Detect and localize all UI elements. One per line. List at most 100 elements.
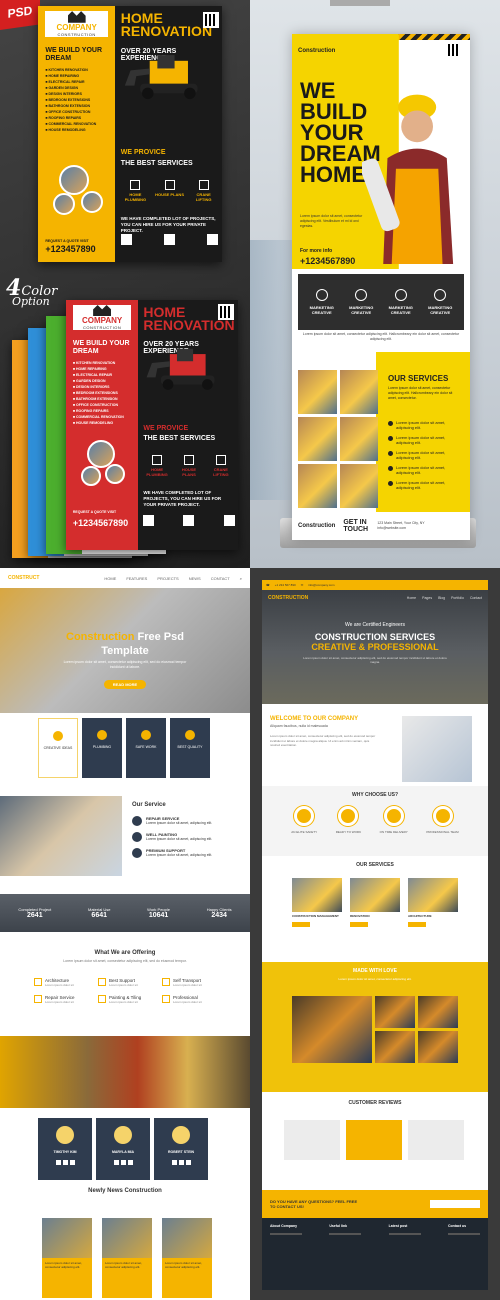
why-item: ON TIME DELIVERY: [380, 806, 408, 834]
hero-read-more-button[interactable]: READ MORE: [104, 680, 146, 689]
provide-line2: THE BEST SERVICES: [143, 435, 216, 442]
linkedin-icon[interactable]: [69, 1160, 75, 1165]
feature-card[interactable]: BEST QUALITY: [170, 718, 210, 778]
qr-code-icon: [203, 12, 219, 28]
qr-code-icon: [446, 42, 462, 58]
nav-item[interactable]: CONTACT: [211, 576, 230, 581]
flyer-yellow-column: [38, 6, 116, 262]
hero-section: CONSTRUCTION Home Pages Blog Portfolio C…: [262, 590, 488, 704]
photo-thumb: [298, 464, 337, 508]
portfolio-image[interactable]: [292, 996, 372, 1063]
offering-grid: Architecture Lorem ipsum dolor sit Best S…: [34, 978, 224, 1004]
facebook-icon[interactable]: [113, 1160, 119, 1165]
collage-root: PSD COMPANY CONSTRUCTION HOME RENOVATION…: [0, 0, 500, 1300]
news-card[interactable]: Lorem ipsum dolor sit amet, consectetur …: [42, 1218, 92, 1298]
service-read-more-button[interactable]: [292, 922, 310, 927]
team-section: TIMOTHY KIM MARYLA MIA ROBERT STEIN: [38, 1118, 208, 1180]
news-image: [102, 1218, 152, 1258]
news-title: Newly News Construction: [88, 1188, 162, 1194]
our-service-title: Our Service: [132, 802, 166, 808]
feature-card[interactable]: PLUMBING: [82, 718, 122, 778]
flyer-phone: +123457890: [45, 244, 96, 255]
facebook-icon[interactable]: [55, 1160, 61, 1165]
why-item: AN ELITE SAFETY: [291, 806, 317, 834]
portfolio-text: Lorem ipsum dolor sit amet, consectetur …: [338, 977, 412, 981]
nav-item[interactable]: HOME: [104, 576, 116, 581]
nav-item[interactable]: FEATURES: [126, 576, 147, 581]
company-logo: COMPANY CONSTRUCTION: [72, 305, 132, 330]
flyer-services: HOME PLUMBING HOUSE PLANS CRANE LIFTING: [143, 455, 234, 477]
service-image: [408, 878, 458, 912]
flyer-main: COMPANY CONSTRUCTION HOME RENOVATION OVE…: [38, 6, 222, 262]
site-logo[interactable]: CONSTRUCTION: [268, 595, 308, 601]
feature-card[interactable]: CREATIVE IDEAS: [38, 718, 78, 778]
banner-paragraph: Lorem ipsum dolor sit amet, consectetur …: [302, 332, 460, 341]
team-card: ROBERT STEIN: [154, 1118, 208, 1180]
services-row: CONSTRUCTION MANAGEMENT RENOVATION ARCHI…: [292, 878, 458, 927]
welcome-subtitle: Aliquam faucibus, nulla id malesuada: [270, 724, 328, 728]
news-card[interactable]: Lorem ipsum dolor sit amet, consectetur …: [102, 1218, 152, 1298]
footer-col: Contact us: [447, 1224, 480, 1284]
color-option-label: 4Color Option: [6, 275, 58, 308]
nav-item[interactable]: Home: [407, 596, 416, 600]
completed-text: WE HAVE COMPLETED LOT OF PROJECTS, YOU C…: [120, 215, 216, 233]
nav-item[interactable]: NEWS: [189, 576, 201, 581]
portfolio-image[interactable]: [375, 996, 415, 1028]
completed-text: WE HAVE COMPLETED LOT OF PROJECTS, YOU C…: [143, 490, 222, 507]
chart-icon: [394, 289, 407, 301]
offering-section: What We are Offering Lorem ipsum dolor s…: [0, 950, 250, 964]
stat-item: Material Use 6641: [87, 907, 111, 919]
rocket-icon: [434, 289, 447, 301]
site-logo[interactable]: CONSTRUCT: [8, 575, 39, 581]
nav-item[interactable]: Contact: [470, 596, 482, 600]
twitter-icon[interactable]: [62, 1160, 68, 1165]
nav-item[interactable]: Portfolio: [451, 596, 464, 600]
twitter-icon[interactable]: [178, 1160, 184, 1165]
psd-badge: PSD: [0, 0, 40, 31]
footer-brand: Construction: [298, 523, 336, 529]
reviews-title: CUSTOMER REVIEWS: [348, 1100, 402, 1106]
service-item: WELL PAINTING Lorem ipsum dolor sit amet,…: [132, 832, 242, 842]
portfolio-image[interactable]: [418, 1031, 458, 1063]
cta-email-input[interactable]: [430, 1200, 480, 1208]
twitter-icon[interactable]: [120, 1160, 126, 1165]
avatar: [114, 1126, 132, 1144]
search-icon[interactable]: ⌕: [240, 576, 242, 581]
nav-item[interactable]: PROJECTS: [157, 576, 178, 581]
offer-item: Painting & Tiling Lorem ipsum dolor sit: [98, 995, 160, 1004]
why-item: PROFESSIONAL TEAM: [426, 806, 459, 834]
offer-item: Best Support Lorem ipsum dolor sit: [98, 978, 160, 987]
delivery-icon: [383, 806, 404, 826]
stat-item: Completed Project 2641: [18, 907, 52, 919]
portfolio-image[interactable]: [418, 996, 458, 1028]
phone-icon: [120, 233, 132, 245]
photo-circle: [53, 192, 76, 215]
linkedin-icon[interactable]: [127, 1160, 133, 1165]
banner-brand: Construction: [298, 48, 336, 54]
marketing-item: MARKETING CREATIVE: [342, 289, 382, 315]
marketing-strip: MARKETING CREATIVE MARKETING CREATIVE MA…: [298, 274, 464, 330]
welcome-title: WELCOME TO OUR COMPANY: [270, 716, 359, 722]
nav-item[interactable]: Pages: [422, 596, 432, 600]
request-label: REQUEST A QUOTE VISIT: [45, 238, 89, 243]
team-card: MARYLA MIA: [96, 1118, 150, 1180]
facebook-icon[interactable]: [171, 1160, 177, 1165]
banner-phone: +1234567890: [300, 256, 356, 266]
plan-icon: [183, 455, 194, 465]
footer-col: Latest post: [388, 1224, 421, 1284]
linkedin-icon[interactable]: [185, 1160, 191, 1165]
wrench-icon: [34, 995, 42, 1003]
photo-grid: [298, 370, 378, 508]
service-item: HOUSE PLANS: [155, 180, 184, 202]
service-read-more-button[interactable]: [350, 922, 368, 927]
feature-card[interactable]: SAFE WORK: [126, 718, 166, 778]
portfolio-image[interactable]: [375, 1031, 415, 1063]
news-card[interactable]: Lorem ipsum dolor sit amet, consectetur …: [162, 1218, 212, 1298]
flyer-phone: +1234567890: [72, 517, 129, 528]
service-read-more-button[interactable]: [408, 922, 426, 927]
service-number-icon: [132, 816, 142, 826]
nav-item[interactable]: Blog: [438, 596, 445, 600]
footer-col: Useful link: [329, 1224, 362, 1284]
services-section: OUR SERVICES: [262, 862, 488, 868]
plan-icon: [164, 180, 175, 191]
